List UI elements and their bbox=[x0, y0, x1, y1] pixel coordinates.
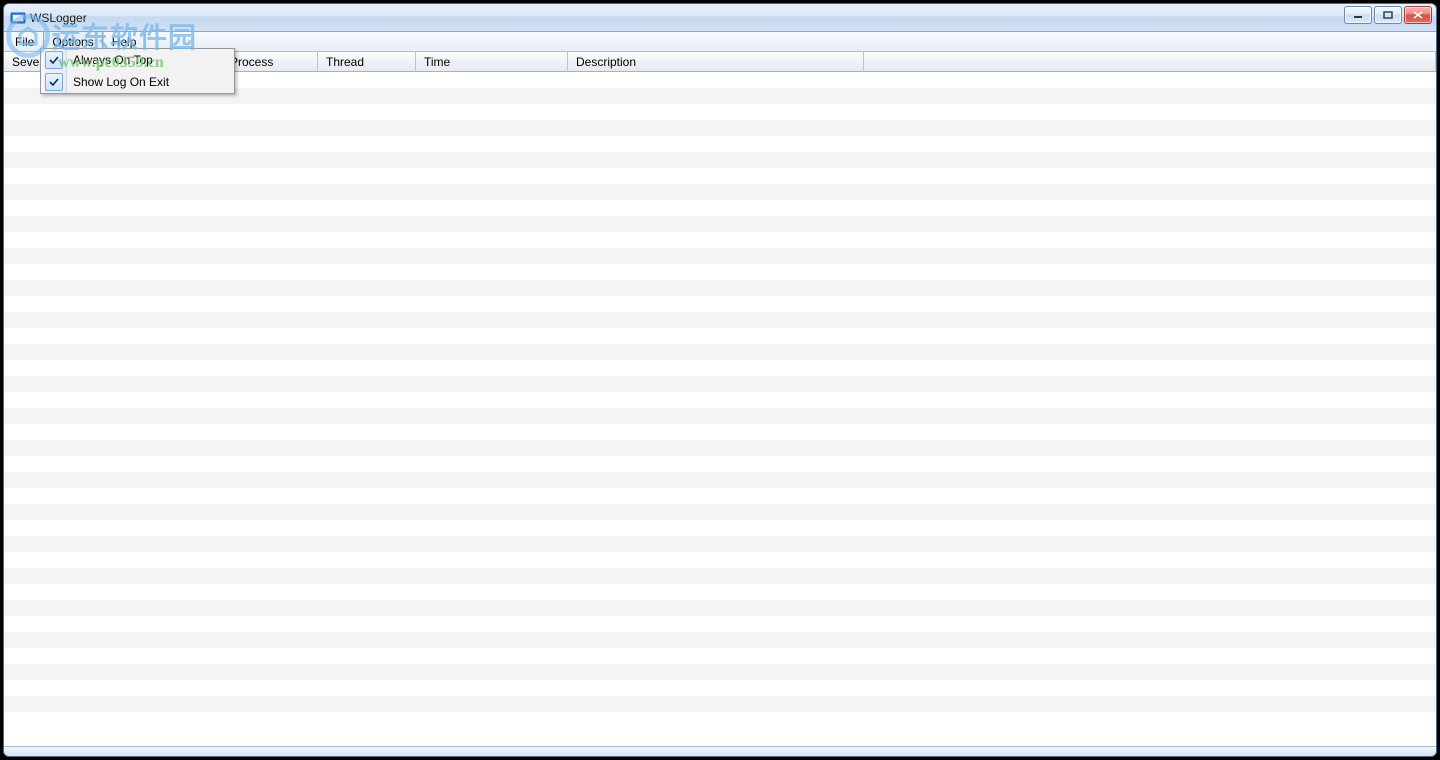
table-row[interactable] bbox=[4, 120, 1436, 136]
table-row[interactable] bbox=[4, 408, 1436, 424]
table-row[interactable] bbox=[4, 360, 1436, 376]
table-row[interactable] bbox=[4, 264, 1436, 280]
table-row[interactable] bbox=[4, 600, 1436, 616]
menu-item-show-log-on-exit[interactable]: Show Log On Exit bbox=[41, 71, 234, 93]
dropdown-item-label: Always On Top bbox=[73, 53, 153, 67]
table-row[interactable] bbox=[4, 328, 1436, 344]
table-row[interactable] bbox=[4, 568, 1436, 584]
table-row[interactable] bbox=[4, 104, 1436, 120]
status-bar bbox=[4, 746, 1436, 756]
table-row[interactable] bbox=[4, 456, 1436, 472]
table-row[interactable] bbox=[4, 296, 1436, 312]
log-rows[interactable] bbox=[4, 72, 1436, 746]
table-row[interactable] bbox=[4, 664, 1436, 680]
table-row[interactable] bbox=[4, 648, 1436, 664]
table-row[interactable] bbox=[4, 472, 1436, 488]
table-row[interactable] bbox=[4, 168, 1436, 184]
dropdown-item-label: Show Log On Exit bbox=[73, 75, 169, 89]
col-time[interactable]: Time bbox=[416, 52, 568, 71]
table-row[interactable] bbox=[4, 200, 1436, 216]
menu-item-always-on-top[interactable]: Always On Top bbox=[41, 49, 234, 71]
table-row[interactable] bbox=[4, 424, 1436, 440]
menu-file[interactable]: File bbox=[6, 32, 43, 51]
table-row[interactable] bbox=[4, 376, 1436, 392]
table-row[interactable] bbox=[4, 312, 1436, 328]
window-title: WSLogger bbox=[30, 11, 87, 25]
table-row[interactable] bbox=[4, 504, 1436, 520]
close-button[interactable] bbox=[1404, 6, 1432, 24]
table-row[interactable] bbox=[4, 552, 1436, 568]
check-icon bbox=[45, 51, 63, 69]
col-process[interactable]: Process bbox=[222, 52, 318, 71]
check-icon bbox=[45, 73, 63, 91]
table-row[interactable] bbox=[4, 520, 1436, 536]
options-dropdown: Always On Top Show Log On Exit bbox=[40, 48, 235, 94]
title-bar[interactable]: WSLogger bbox=[4, 4, 1436, 32]
table-row[interactable] bbox=[4, 488, 1436, 504]
col-thread[interactable]: Thread bbox=[318, 52, 416, 71]
table-row[interactable] bbox=[4, 584, 1436, 600]
minimize-button[interactable] bbox=[1344, 6, 1372, 24]
table-row[interactable] bbox=[4, 632, 1436, 648]
col-remainder bbox=[864, 52, 1436, 71]
table-row[interactable] bbox=[4, 440, 1436, 456]
table-row[interactable] bbox=[4, 152, 1436, 168]
table-row[interactable] bbox=[4, 344, 1436, 360]
table-row[interactable] bbox=[4, 680, 1436, 696]
table-row[interactable] bbox=[4, 184, 1436, 200]
table-row[interactable] bbox=[4, 392, 1436, 408]
col-description[interactable]: Description bbox=[568, 52, 864, 71]
table-row[interactable] bbox=[4, 536, 1436, 552]
table-row[interactable] bbox=[4, 248, 1436, 264]
app-window: WSLogger File Options Help Severity Sour… bbox=[3, 3, 1437, 757]
app-icon bbox=[10, 10, 26, 26]
table-row[interactable] bbox=[4, 232, 1436, 248]
window-controls bbox=[1344, 6, 1432, 24]
table-row[interactable] bbox=[4, 216, 1436, 232]
table-row[interactable] bbox=[4, 696, 1436, 712]
table-row[interactable] bbox=[4, 280, 1436, 296]
maximize-button[interactable] bbox=[1374, 6, 1402, 24]
table-row[interactable] bbox=[4, 616, 1436, 632]
table-row[interactable] bbox=[4, 136, 1436, 152]
